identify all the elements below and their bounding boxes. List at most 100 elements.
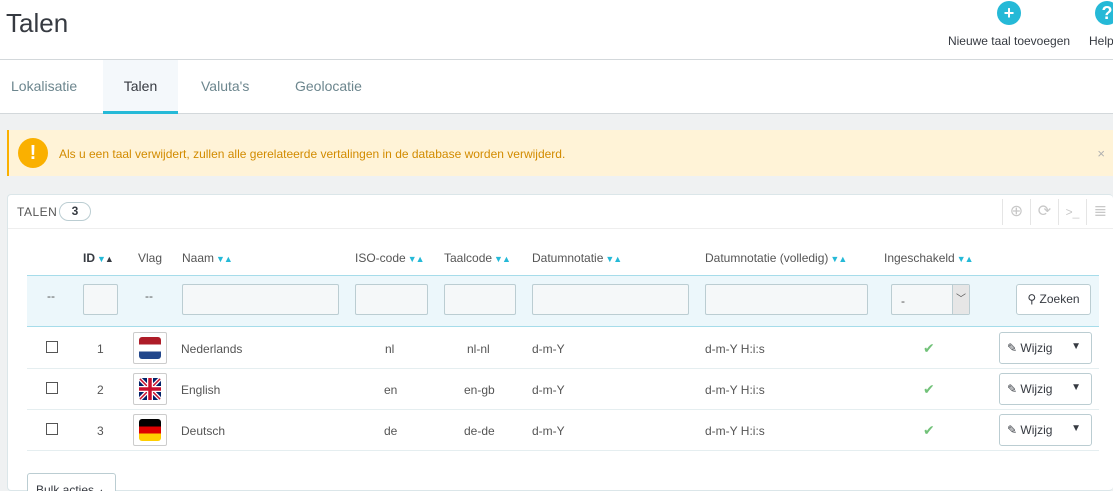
filter-enabled-select[interactable]: - ﹀: [891, 284, 970, 315]
caret-down-icon[interactable]: ▼: [1071, 341, 1081, 352]
header-id[interactable]: ID ▼▲: [83, 251, 114, 265]
table-row[interactable]: 2 English en en-gb d-m-Y d-m-Y H:i:s ✔ ✎…: [27, 369, 1099, 410]
check-icon[interactable]: ✔: [923, 381, 935, 398]
row-id: 1: [97, 342, 104, 356]
edit-button[interactable]: ✎ Wijzig ▼: [999, 373, 1092, 405]
sort-icon[interactable]: ▼▲: [408, 254, 425, 264]
filter-date-input[interactable]: [532, 284, 689, 315]
row-date-full: d-m-Y H:i:s: [705, 342, 765, 356]
filter-lang-input[interactable]: [444, 284, 516, 315]
row-date-full: d-m-Y H:i:s: [705, 383, 765, 397]
bulk-actions-button[interactable]: Bulk acties ▲: [27, 473, 116, 491]
filter-iso-input[interactable]: [355, 284, 428, 315]
header-lang[interactable]: Taalcode ▼▲: [444, 251, 511, 265]
header-date-full[interactable]: Datumnotatie (volledig) ▼▲: [705, 251, 847, 265]
edit-label: Wijzig: [1020, 382, 1053, 396]
row-checkbox[interactable]: [46, 341, 58, 353]
row-checkbox[interactable]: [46, 382, 58, 394]
row-iso: de: [384, 424, 398, 438]
caret-up-icon: ▲: [97, 487, 105, 491]
filter-select-value: -: [901, 294, 905, 308]
row-lang: de-de: [464, 424, 495, 438]
header-iso[interactable]: ISO-code ▼▲: [355, 251, 425, 265]
header-date[interactable]: Datumnotatie ▼▲: [532, 251, 622, 265]
row-date-full: d-m-Y H:i:s: [705, 424, 765, 438]
add-icon[interactable]: ⊕: [1002, 199, 1030, 225]
check-icon[interactable]: ✔: [923, 422, 935, 439]
sql-terminal-icon[interactable]: >_: [1058, 199, 1086, 225]
sort-icon[interactable]: ▼▲: [97, 254, 114, 264]
plus-circle-icon: +: [997, 1, 1021, 25]
exclamation-icon: !: [18, 138, 48, 168]
filter-date-full-input[interactable]: [705, 284, 868, 315]
row-date: d-m-Y: [532, 424, 565, 438]
header-enabled[interactable]: Ingeschakeld ▼▲: [884, 251, 974, 265]
sort-icon[interactable]: ▼▲: [216, 254, 233, 264]
row-iso: en: [384, 383, 398, 397]
sort-icon[interactable]: ▼▲: [605, 254, 622, 264]
pencil-icon: ✎: [1007, 341, 1018, 355]
caret-down-icon[interactable]: ▼: [1071, 382, 1081, 393]
flag-frame: [133, 332, 167, 364]
alert-text: Als u een taal verwijdert, zullen alle g…: [59, 147, 566, 161]
pencil-icon: ✎: [1007, 382, 1018, 396]
flag-gb-icon: [139, 378, 161, 400]
row-id: 2: [97, 383, 104, 397]
page-title: Talen: [6, 8, 69, 38]
row-name: Nederlands: [181, 342, 243, 356]
row-lang: nl-nl: [467, 342, 490, 356]
help-button[interactable]: ? Help: [1087, 0, 1113, 58]
tab-bar: Lokalisatie Talen Valuta's Geolocatie: [0, 60, 1113, 114]
page-header: Talen + Nieuwe taal toevoegen ? Help: [0, 0, 1113, 60]
filter-name-input[interactable]: [182, 284, 339, 315]
count-badge: 3: [59, 202, 91, 221]
row-name: English: [181, 383, 221, 397]
table-row[interactable]: 1 Nederlands nl nl-nl d-m-Y d-m-Y H:i:s …: [27, 328, 1099, 369]
refresh-icon[interactable]: ⟳: [1030, 199, 1058, 225]
tab-lokalisatie[interactable]: Lokalisatie: [1, 60, 87, 114]
tab-geolocatie[interactable]: Geolocatie: [285, 60, 372, 114]
database-icon[interactable]: ≣: [1086, 199, 1113, 225]
edit-button[interactable]: ✎ Wijzig ▼: [999, 332, 1092, 364]
edit-label: Wijzig: [1020, 341, 1053, 355]
search-icon: ⚲: [1027, 292, 1037, 306]
add-language-label: Nieuwe taal toevoegen: [947, 34, 1071, 48]
question-circle-icon: ?: [1095, 1, 1113, 25]
close-icon[interactable]: ×: [1097, 146, 1105, 161]
flag-nl-icon: [139, 337, 161, 359]
check-icon[interactable]: ✔: [923, 340, 935, 357]
edit-label: Wijzig: [1020, 423, 1053, 437]
row-checkbox[interactable]: [46, 423, 58, 435]
sort-icon[interactable]: ▼▲: [957, 254, 974, 264]
flag-frame: [133, 373, 167, 405]
warning-alert: ! Als u een taal verwijdert, zullen alle…: [7, 130, 1113, 176]
row-lang: en-gb: [464, 383, 495, 397]
tab-talen[interactable]: Talen: [103, 60, 178, 114]
row-iso: nl: [385, 342, 395, 356]
header-name[interactable]: Naam ▼▲: [182, 251, 233, 265]
row-date: d-m-Y: [532, 383, 565, 397]
row-date: d-m-Y: [532, 342, 565, 356]
filter-dash: --: [47, 289, 55, 303]
panel-header: TALEN 3 ⊕ ⟳ >_ ≣: [8, 195, 1113, 229]
header-flag: Vlag: [138, 251, 163, 265]
filter-id-input[interactable]: [83, 284, 118, 315]
bulk-actions-label: Bulk acties: [36, 483, 95, 491]
tab-valutas[interactable]: Valuta's: [191, 60, 259, 114]
search-button[interactable]: ⚲ Zoeken: [1016, 284, 1091, 315]
chevron-down-icon: ﹀: [952, 285, 969, 314]
flag-de-icon: [139, 419, 161, 441]
sort-icon[interactable]: ▼▲: [830, 254, 847, 264]
search-label: Zoeken: [1039, 292, 1080, 306]
row-id: 3: [97, 424, 104, 438]
panel-title: TALEN: [17, 205, 58, 219]
row-name: Deutsch: [181, 424, 226, 438]
add-language-button[interactable]: + Nieuwe taal toevoegen: [944, 0, 1074, 58]
table-row[interactable]: 3 Deutsch de de-de d-m-Y d-m-Y H:i:s ✔ ✎…: [27, 410, 1099, 451]
pencil-icon: ✎: [1007, 423, 1018, 437]
edit-button[interactable]: ✎ Wijzig ▼: [999, 414, 1092, 446]
help-label: Help: [1089, 34, 1113, 48]
caret-down-icon[interactable]: ▼: [1071, 423, 1081, 434]
sort-icon[interactable]: ▼▲: [494, 254, 511, 264]
filter-dash: --: [145, 289, 153, 303]
